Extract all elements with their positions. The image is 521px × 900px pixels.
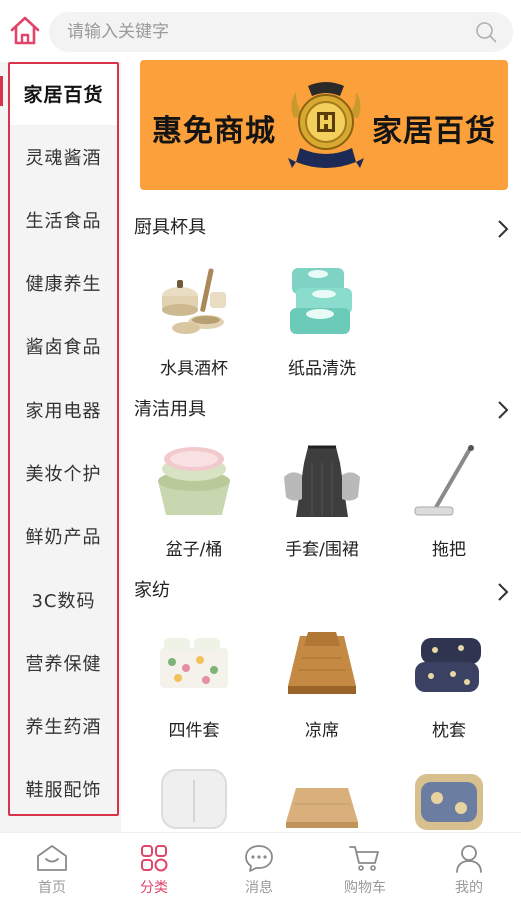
tab-messages[interactable]: 消息 (207, 833, 311, 900)
sidebar-item[interactable]: 美妆个护 (8, 441, 119, 504)
product-item[interactable]: 手套/围裙 (262, 443, 382, 560)
bedding-set-image (154, 624, 234, 704)
pillowcase-image (409, 624, 489, 704)
product-item[interactable]: 水具酒杯 (134, 262, 254, 379)
tab-label: 分类 (140, 880, 168, 896)
section-title: 家纺 (134, 580, 170, 601)
sidebar-item[interactable]: 酱卤食品 (8, 314, 119, 377)
sidebar-item[interactable]: 灵魂酱酒 (8, 125, 119, 188)
active-indicator (0, 76, 3, 106)
search-input[interactable] (67, 12, 457, 52)
product-item[interactable]: 凉席 (262, 624, 382, 741)
banner-right-text: 家居百货 (372, 114, 496, 149)
product-label: 拖把 (432, 540, 466, 560)
bottom-tab-bar: 首页 分类 消息 购物车 我的 (0, 832, 521, 900)
sidebar-item[interactable]: 家用电器 (8, 378, 119, 441)
mop-image (409, 443, 489, 523)
sidebar-item[interactable]: 养生药酒 (8, 694, 119, 757)
basins-image (154, 443, 234, 523)
chevron-right-icon[interactable] (496, 400, 510, 420)
tab-home[interactable]: 首页 (0, 833, 104, 900)
sidebar-item[interactable]: 家居百货 (8, 62, 119, 125)
search-bar[interactable] (49, 12, 513, 52)
user-icon (456, 845, 482, 873)
apron-gloves-image (282, 443, 362, 523)
section-title: 清洁用具 (134, 399, 206, 420)
product-label: 枕套 (432, 721, 466, 741)
banner-left-text: 惠免商城 (152, 114, 276, 149)
search-icon[interactable] (475, 21, 497, 43)
product-label: 手套/围裙 (285, 540, 359, 560)
sidebar-item[interactable]: 健康养生 (8, 251, 119, 314)
sidebar-item[interactable]: 鞋服配饰 (8, 757, 119, 820)
wet-wipes-image (282, 262, 362, 342)
sidebar-item[interactable]: 鲜奶产品 (8, 504, 119, 567)
tab-label: 首页 (38, 880, 66, 896)
tab-label: 我的 (455, 880, 483, 896)
product-item[interactable]: 纸品清洗 (262, 262, 382, 379)
tab-label: 购物车 (344, 880, 386, 896)
product-label: 四件套 (168, 721, 220, 741)
product-item[interactable]: 盆子/桶 (134, 443, 254, 560)
tab-profile[interactable]: 我的 (417, 833, 521, 900)
top-bar (0, 0, 521, 62)
home-icon (37, 845, 67, 871)
product-label: 盆子/桶 (165, 540, 223, 560)
chevron-right-icon[interactable] (496, 219, 510, 239)
brand-emblem-icon (286, 78, 366, 176)
product-label: 纸品清洗 (288, 359, 356, 379)
promo-banner[interactable]: 惠免商城 家居百货 (140, 60, 508, 190)
message-icon (245, 845, 273, 872)
product-label: 水具酒杯 (160, 359, 228, 379)
category-icon (141, 845, 168, 872)
product-item[interactable]: 枕套 (389, 624, 509, 741)
sidebar-item[interactable]: 生活食品 (8, 188, 119, 251)
home-icon[interactable] (8, 14, 42, 48)
cart-icon (349, 846, 379, 871)
product-item[interactable]: 四件套 (134, 624, 254, 741)
sidebar-item[interactable]: 3C数码 (8, 568, 119, 631)
summer-mat-image (282, 624, 362, 704)
sidebar-item[interactable]: 营养保健 (8, 631, 119, 694)
section-title: 厨具杯具 (134, 217, 206, 238)
tab-label: 消息 (245, 880, 273, 896)
tab-cart[interactable]: 购物车 (313, 833, 417, 900)
product-item[interactable]: 拖把 (389, 443, 509, 560)
product-label: 凉席 (305, 721, 339, 741)
chevron-right-icon[interactable] (496, 582, 510, 602)
cookware-image (154, 262, 234, 342)
tab-category[interactable]: 分类 (102, 833, 206, 900)
